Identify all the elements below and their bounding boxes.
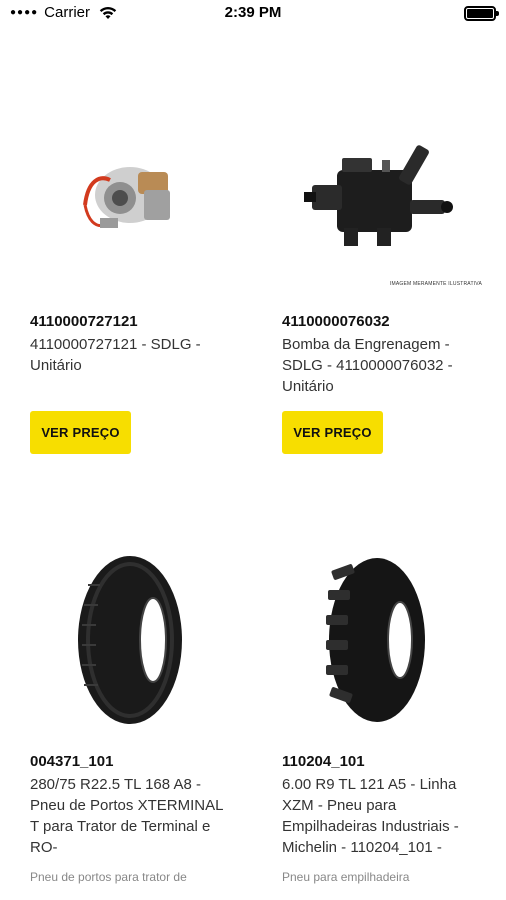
battery-icon [464, 6, 499, 21]
product-sku: 110204_101 [282, 753, 365, 770]
product-subtitle: Pneu de portos para trator de [30, 870, 187, 884]
forklift-tire-image[interactable] [282, 545, 482, 735]
product-name: 4110000727121 - SDLG - Unitário [30, 336, 201, 374]
status-bar: ●●●● Carrier 2:39 PM [0, 0, 506, 30]
product-name: 280/75 R22.5 TL 168 A8 - Pneu de Portos … [30, 776, 223, 856]
clock: 2:39 PM [224, 4, 282, 21]
turbocharger-image[interactable] [30, 120, 230, 295]
product-subtitle: Pneu para empilhadeira [282, 870, 410, 884]
product-card[interactable]: 4110000727121 4110000727121 - SDLG - Uni… [30, 120, 260, 454]
product-card[interactable]: 004371_101 280/75 R22.5 TL 168 A8 - Pneu… [30, 545, 260, 884]
image-disclaimer: IMAGEM MERAMENTE ILUSTRATIVA [389, 281, 482, 287]
view-price-button[interactable]: VER PREÇO [282, 411, 383, 454]
product-card[interactable]: 110204_101 6.00 R9 TL 121 A5 - Linha XZM… [282, 545, 506, 884]
product-name: 6.00 R9 TL 121 A5 - Linha XZM - Pneu par… [282, 776, 459, 856]
view-price-button[interactable]: VER PREÇO [30, 411, 131, 454]
gear-pump-image[interactable]: IMAGEM MERAMENTE ILUSTRATIVA [282, 120, 482, 295]
port-tire-image[interactable] [30, 545, 230, 735]
product-name: Bomba da Engrenagem - SDLG - 41100000760… [282, 336, 453, 395]
product-sku: 4110000727121 [30, 313, 138, 330]
product-sku: 004371_101 [30, 753, 114, 770]
product-sku: 4110000076032 [282, 313, 390, 330]
product-card[interactable]: IMAGEM MERAMENTE ILUSTRATIVA 41100000760… [282, 120, 506, 454]
